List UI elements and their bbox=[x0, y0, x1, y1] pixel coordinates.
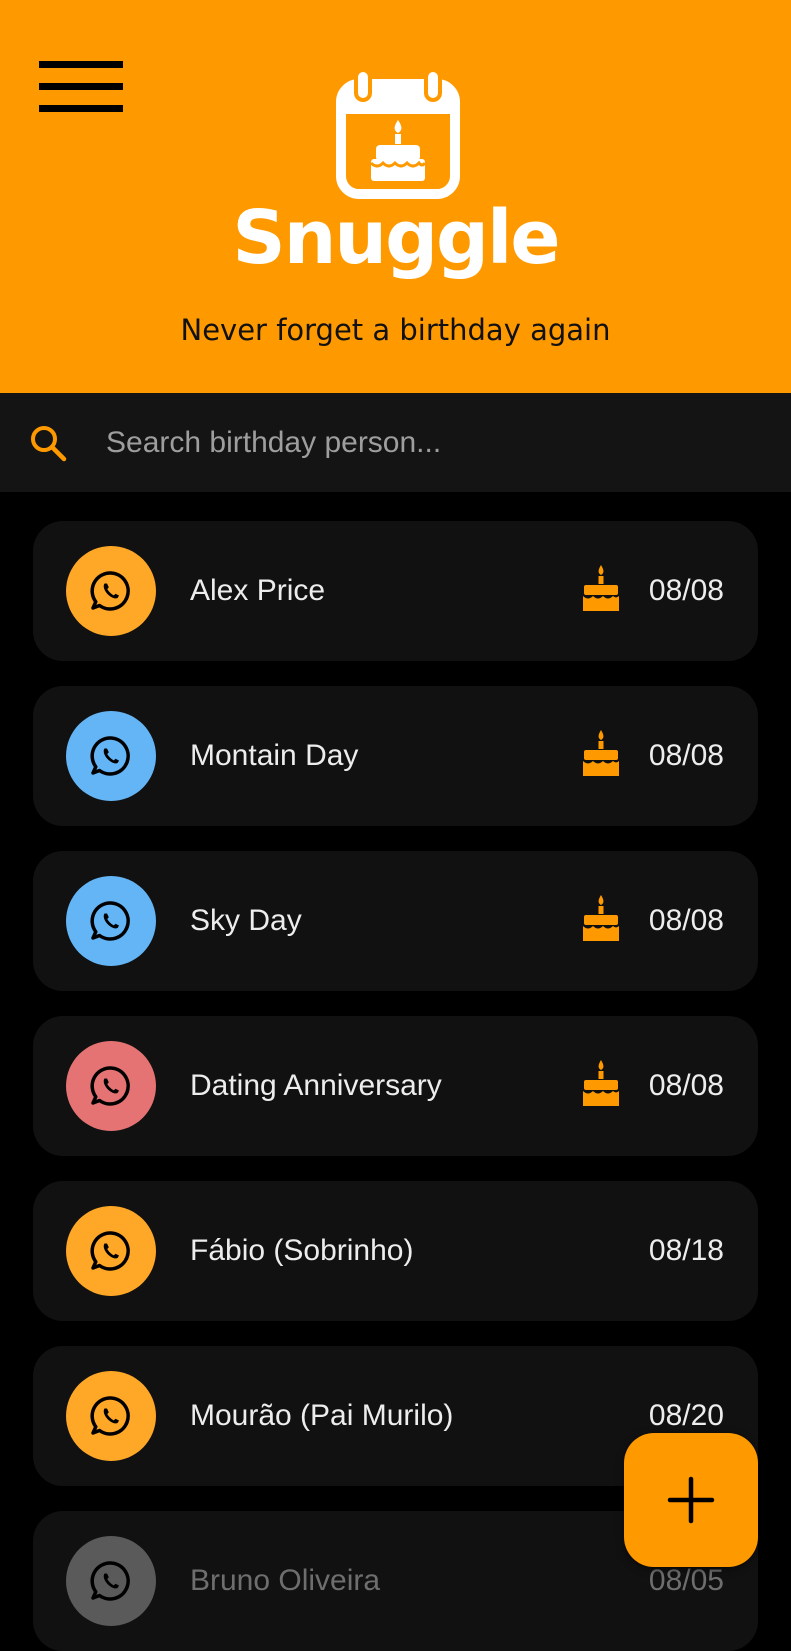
whatsapp-icon bbox=[90, 1561, 130, 1601]
birthday-name: Bruno Oliveira bbox=[190, 1564, 381, 1597]
whatsapp-icon bbox=[90, 736, 130, 776]
birthday-date: 08/08 bbox=[648, 1069, 724, 1102]
whatsapp-icon bbox=[90, 1066, 130, 1106]
birthday-cake-icon bbox=[583, 895, 619, 941]
whatsapp-button[interactable] bbox=[66, 711, 156, 801]
plus-icon bbox=[667, 1476, 715, 1524]
birthday-cake-icon bbox=[583, 565, 619, 611]
whatsapp-icon bbox=[90, 1396, 130, 1436]
birthday-name: Montain Day bbox=[190, 739, 359, 772]
whatsapp-icon bbox=[90, 571, 130, 611]
birthday-card[interactable]: Dating Anniversary 08/08 bbox=[33, 1016, 758, 1156]
birthday-cake-icon bbox=[583, 730, 619, 776]
whatsapp-button[interactable] bbox=[66, 1536, 156, 1626]
birthday-calendar-icon bbox=[336, 70, 460, 199]
birthday-card[interactable]: Montain Day 08/08 bbox=[33, 686, 758, 826]
app-header: Snuggle Never forget a birthday again bbox=[0, 0, 791, 393]
whatsapp-button[interactable] bbox=[66, 546, 156, 636]
whatsapp-button[interactable] bbox=[66, 1206, 156, 1296]
whatsapp-icon bbox=[90, 901, 130, 941]
birthday-name: Mourão (Pai Murilo) bbox=[190, 1399, 454, 1432]
add-birthday-button[interactable] bbox=[624, 1433, 758, 1567]
birthday-card[interactable]: Sky Day 08/08 bbox=[33, 851, 758, 991]
whatsapp-button[interactable] bbox=[66, 1371, 156, 1461]
whatsapp-button[interactable] bbox=[66, 876, 156, 966]
birthday-cake-icon bbox=[583, 1060, 619, 1106]
birthday-card[interactable]: Alex Price 08/08 bbox=[33, 521, 758, 661]
birthday-name: Dating Anniversary bbox=[190, 1069, 442, 1102]
hamburger-menu-icon[interactable] bbox=[37, 58, 125, 120]
birthday-name: Alex Price bbox=[190, 574, 326, 607]
birthday-name: Sky Day bbox=[190, 904, 302, 937]
birthday-date: 08/18 bbox=[648, 1234, 724, 1267]
whatsapp-button[interactable] bbox=[66, 1041, 156, 1131]
birthday-card[interactable]: Fábio (Sobrinho) 08/18 bbox=[33, 1181, 758, 1321]
birthday-name: Fábio (Sobrinho) bbox=[190, 1234, 414, 1267]
whatsapp-icon bbox=[90, 1231, 130, 1271]
birthday-date: 08/08 bbox=[648, 574, 724, 607]
birthday-date: 08/08 bbox=[648, 739, 724, 772]
search-icon bbox=[31, 426, 67, 462]
birthday-date: 08/08 bbox=[648, 904, 724, 937]
app-title: Snuggle bbox=[232, 195, 560, 281]
search-input[interactable] bbox=[106, 418, 746, 468]
app-tagline: Never forget a birthday again bbox=[180, 313, 611, 347]
